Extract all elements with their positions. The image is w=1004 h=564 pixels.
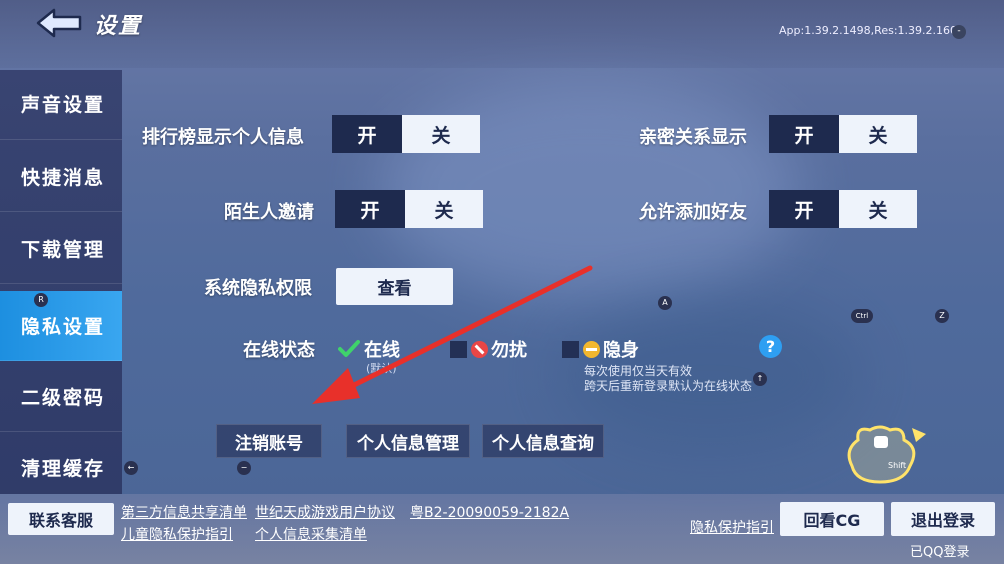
- friend-toggle: 开 关: [769, 190, 917, 228]
- logout-button[interactable]: 退出登录: [891, 502, 995, 536]
- sidebar-item-sound[interactable]: 声音设置: [0, 70, 122, 140]
- personal-info-query-button[interactable]: 个人信息查询: [482, 424, 604, 458]
- info-collection-link[interactable]: 个人信息采集清单: [255, 524, 367, 544]
- sidebar-item-label: 清理缓存: [21, 458, 106, 480]
- rank-on-button[interactable]: 开: [332, 115, 402, 153]
- stranger-off-button[interactable]: 关: [405, 190, 483, 228]
- back-arrow-icon[interactable]: [36, 8, 84, 38]
- personal-info-manage-button[interactable]: 个人信息管理: [346, 424, 470, 458]
- key-hint-shift: Shift: [888, 461, 907, 470]
- friend-off-button[interactable]: 关: [839, 190, 917, 228]
- key-hint-a: A: [658, 296, 672, 310]
- status-note-line: 跨天后重新登录默认为在线状态: [584, 379, 753, 393]
- annotation-arrow-icon: [312, 265, 593, 404]
- sidebar-item-clear-cache[interactable]: 清理缓存: [0, 433, 122, 494]
- rank-toggle: 开 关: [332, 115, 480, 153]
- version-badge: -: [952, 25, 966, 39]
- status-note: 每次使用仅当天有效 跨天后重新登录默认为在线状态: [584, 364, 752, 394]
- stranger-toggle: 开 关: [335, 190, 483, 228]
- friend-label: 允许添加好友: [639, 202, 747, 223]
- key-hint-z: Z: [935, 309, 949, 323]
- cancel-account-button[interactable]: 注销账号: [216, 424, 322, 458]
- sidebar-item-download[interactable]: 下载管理: [0, 214, 122, 284]
- rank-off-button[interactable]: 关: [402, 115, 480, 153]
- rank-label: 排行榜显示个人信息: [142, 127, 304, 148]
- sidebar-item-privacy[interactable]: 隐私设置: [0, 291, 122, 361]
- sidebar-item-label: 下载管理: [21, 239, 106, 261]
- key-hint-up: ↑: [753, 372, 767, 386]
- key-hint-left: ←: [124, 461, 138, 475]
- third-party-sharing-link[interactable]: 第三方信息共享清单: [121, 502, 247, 522]
- sidebar-item-quick-message[interactable]: 快捷消息: [0, 142, 122, 212]
- replay-cg-button[interactable]: 回看CG: [780, 502, 884, 536]
- intimacy-off-button[interactable]: 关: [839, 115, 917, 153]
- privacy-guide-link[interactable]: 隐私保护指引: [690, 517, 774, 537]
- friend-on-button[interactable]: 开: [769, 190, 839, 228]
- key-hint-r: R: [34, 293, 48, 307]
- system-permission-label: 系统隐私权限: [204, 278, 312, 299]
- intimacy-label: 亲密关系显示: [639, 127, 747, 148]
- contact-support-button[interactable]: 联系客服: [8, 503, 114, 535]
- mascot-icon: [847, 425, 926, 484]
- status-invisible-label: 隐身: [603, 340, 639, 361]
- login-state-text: 已QQ登录: [910, 545, 970, 560]
- sidebar-item-label: 声音设置: [21, 94, 106, 116]
- stranger-label: 陌生人邀请: [224, 202, 314, 223]
- page-title: 设置: [94, 14, 143, 39]
- status-note-line: 每次使用仅当天有效: [584, 364, 693, 378]
- intimacy-on-button[interactable]: 开: [769, 115, 839, 153]
- sidebar-item-label: 快捷消息: [21, 167, 106, 189]
- key-hint-minus: −: [237, 461, 251, 475]
- intimacy-toggle: 开 关: [769, 115, 917, 153]
- license-link[interactable]: 粤B2-20090059-2182A: [410, 502, 569, 522]
- user-agreement-link[interactable]: 世纪天成游戏用户协议: [255, 502, 395, 522]
- help-icon[interactable]: ?: [759, 335, 782, 358]
- sidebar-item-label: 二级密码: [21, 387, 106, 409]
- child-privacy-link[interactable]: 儿童隐私保护指引: [121, 524, 233, 544]
- key-hint-ctrl: Ctrl: [851, 309, 873, 323]
- stranger-on-button[interactable]: 开: [335, 190, 405, 228]
- sidebar-item-secondary-password[interactable]: 二级密码: [0, 362, 122, 432]
- header: 设置 App:1.39.2.1498,Res:1.39.2.160 -: [0, 0, 1004, 68]
- sidebar-item-label: 隐私设置: [21, 316, 106, 338]
- version-text: App:1.39.2.1498,Res:1.39.2.160: [779, 24, 958, 37]
- sidebar: 声音设置 快捷消息 下载管理 隐私设置 R 二级密码 清理缓存: [0, 70, 122, 494]
